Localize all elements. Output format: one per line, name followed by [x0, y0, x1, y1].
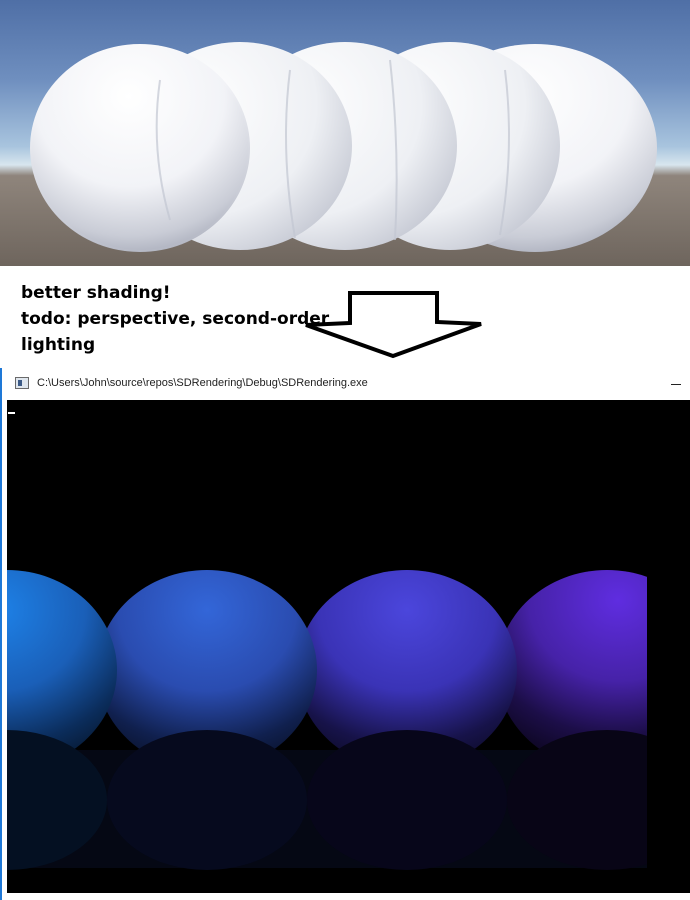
console-window: C:\Users\John\source\repos\SDRendering\D…: [0, 368, 690, 900]
window-title: C:\Users\John\source\repos\SDRendering\D…: [37, 377, 368, 389]
console-output-area[interactable]: [7, 400, 690, 893]
annotation-text: better shading! todo: perspective, secon…: [21, 280, 330, 358]
minimize-icon[interactable]: [666, 374, 686, 394]
top-render-image: [0, 0, 690, 266]
title-bar[interactable]: C:\Users\John\source\repos\SDRendering\D…: [2, 368, 690, 400]
app-console-icon[interactable]: [15, 377, 29, 389]
down-arrow-icon: [300, 290, 490, 367]
rendered-spheres: [7, 570, 647, 870]
annotation-line-3: lighting: [21, 335, 96, 355]
annotation-line-1: better shading!: [21, 283, 171, 303]
annotation-line-2: todo: perspective, second-order: [21, 309, 330, 329]
white-spheres-render: [30, 42, 657, 252]
